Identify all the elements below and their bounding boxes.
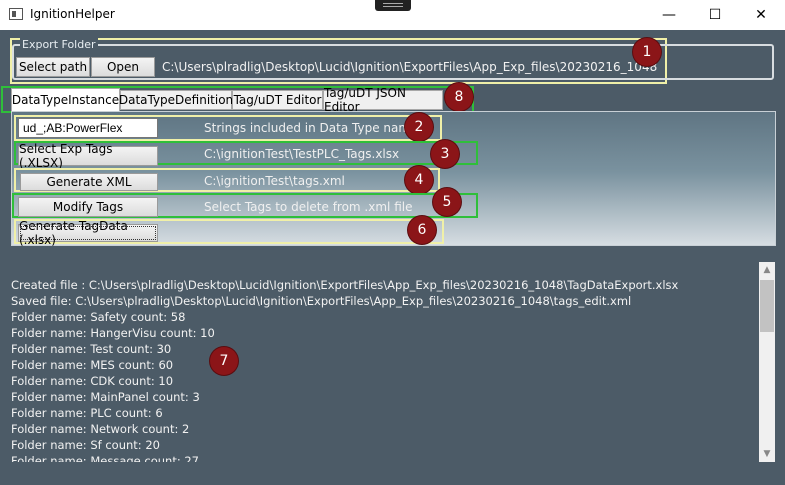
app-window-icon bbox=[9, 8, 23, 20]
datatype-filter-input[interactable] bbox=[18, 118, 158, 138]
log-line: Folder name: Safety count: 58 bbox=[11, 310, 186, 324]
log-line: Folder name: PLC count: 6 bbox=[11, 406, 163, 420]
exp-tags-path-text: C:\ignitionTest\TestPLC_Tags.xlsx bbox=[204, 147, 400, 161]
tab-datatypeinstance[interactable]: DataTypeInstance bbox=[11, 88, 120, 111]
log-line: Folder name: HangerVisu count: 10 bbox=[11, 326, 215, 340]
filter-hint-label: Strings included in Data Type name bbox=[204, 121, 418, 135]
log-line: Folder name: Test count: 30 bbox=[11, 342, 172, 356]
select-exp-tags-button[interactable]: Select Exp Tags (.XLSX) bbox=[18, 142, 158, 170]
modify-tags-hint: Select Tags to delete from .xml file bbox=[204, 200, 413, 214]
minimize-icon[interactable]: — bbox=[646, 0, 692, 30]
maximize-icon[interactable]: ☐ bbox=[692, 0, 738, 30]
log-line: Folder name: MainPanel count: 3 bbox=[11, 390, 200, 404]
log-line: Folder name: Network count: 2 bbox=[11, 422, 190, 436]
log-line: Folder name: Message count: 27 bbox=[11, 454, 200, 462]
marker-3: 3 bbox=[431, 140, 459, 168]
modify-tags-button[interactable]: Modify Tags bbox=[18, 197, 158, 217]
marker-6: 6 bbox=[408, 216, 436, 244]
generate-tagdata-button[interactable]: Generate TagData (.xlsx) bbox=[18, 219, 158, 247]
export-path-text: C:\Users\plradlig\Desktop\Lucid\Ignition… bbox=[162, 60, 658, 74]
output-log[interactable]: Created file : C:\Users\plradlig\Desktop… bbox=[6, 262, 758, 462]
log-line: Saved file: C:\Users\plradlig\Desktop\Lu… bbox=[11, 294, 632, 308]
select-path-button[interactable]: Select path bbox=[16, 57, 90, 77]
log-line: Folder name: Sf count: 20 bbox=[11, 438, 160, 452]
log-line: Folder name: MES count: 60 bbox=[11, 358, 174, 372]
title-bar: IgnitionHelper — ☐ ✕ bbox=[0, 0, 785, 30]
marker-8: 8 bbox=[445, 83, 473, 111]
tab-tag-udt-json-editor[interactable]: Tag/uDT JSON Editor bbox=[323, 86, 443, 114]
snap-grip-icon[interactable] bbox=[375, 0, 411, 11]
scroll-down-icon[interactable]: ▼ bbox=[759, 446, 775, 462]
open-button[interactable]: Open bbox=[91, 57, 155, 77]
marker-5: 5 bbox=[433, 188, 461, 216]
generate-xml-button[interactable]: Generate XML bbox=[20, 173, 158, 191]
window-title: IgnitionHelper bbox=[30, 7, 115, 21]
scroll-up-icon[interactable]: ▲ bbox=[759, 262, 775, 278]
export-folder-legend: Export Folder bbox=[20, 38, 98, 51]
log-line: Created file : C:\Users\plradlig\Desktop… bbox=[11, 278, 679, 292]
marker-1: 1 bbox=[633, 38, 661, 66]
close-icon[interactable]: ✕ bbox=[738, 0, 784, 30]
log-scrollbar[interactable]: ▲ ▼ bbox=[759, 262, 775, 462]
bottom-strip bbox=[0, 470, 785, 485]
marker-2: 2 bbox=[405, 113, 433, 141]
scroll-thumb[interactable] bbox=[760, 280, 774, 332]
xml-path-text: C:\ignitionTest\tags.xml bbox=[204, 174, 345, 188]
tab-tag-udt-editor[interactable]: Tag/uDT Editor bbox=[232, 90, 323, 110]
marker-4: 4 bbox=[405, 166, 433, 194]
log-line: Folder name: CDK count: 10 bbox=[11, 374, 174, 388]
tab-datatypedefinition[interactable]: DataTypeDefinition bbox=[119, 90, 233, 110]
marker-7: 7 bbox=[210, 347, 238, 375]
